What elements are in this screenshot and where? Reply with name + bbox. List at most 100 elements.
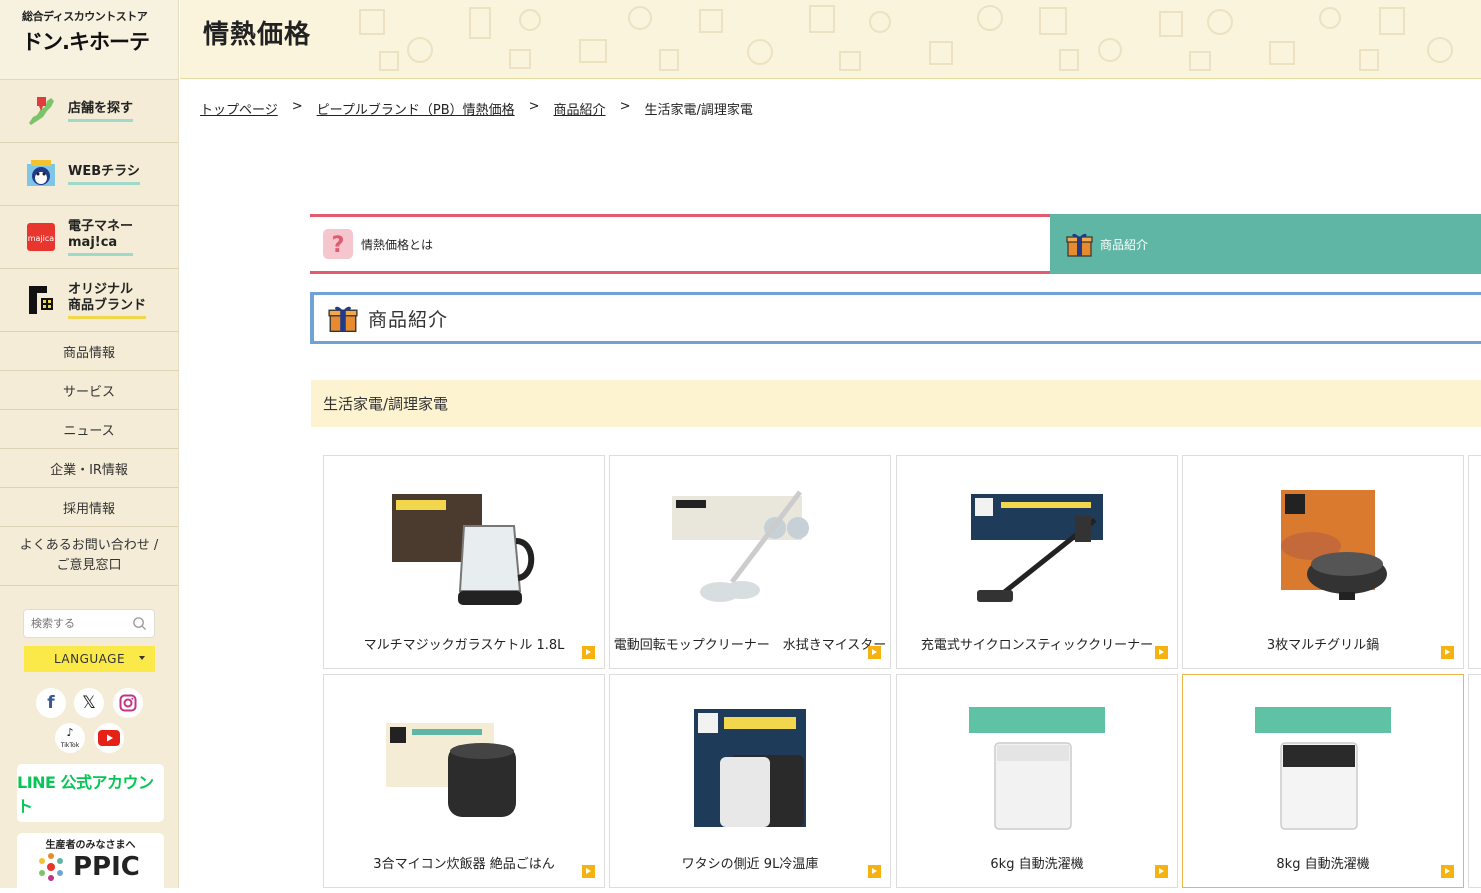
- language-select[interactable]: LANGUAGE: [24, 646, 155, 672]
- product-card[interactable]: 充電式サイクロンスティッククリーナー: [896, 455, 1178, 669]
- product-card-partial[interactable]: [1468, 674, 1481, 888]
- breadcrumb-products[interactable]: 商品紹介: [554, 99, 606, 118]
- line-official-banner[interactable]: LINE 公式アカウント: [17, 764, 164, 822]
- svg-text:majica: majica: [28, 234, 55, 243]
- page-header: 情熱価格: [180, 0, 1481, 79]
- menu-find-store[interactable]: 店舗を探す: [0, 80, 178, 143]
- arrow-right-icon: [868, 865, 881, 878]
- grill-pot-image: [1281, 490, 1387, 600]
- breadcrumb-current: 生活家電/調理家電: [644, 103, 753, 118]
- section-header: 商品紹介: [310, 292, 1481, 344]
- majica-card-icon: majica: [22, 218, 60, 256]
- menu-majica-label: 電子マネー maj!ca: [68, 218, 134, 256]
- product-card[interactable]: 3合マイコン炊飯器 絶品ごはん: [323, 674, 605, 888]
- breadcrumb-separator: >: [291, 99, 303, 114]
- product-card[interactable]: 6kg 自動洗濯機: [896, 674, 1178, 888]
- product-card[interactable]: ワタシの側近 9L冷温庫: [609, 674, 891, 888]
- menu-majica[interactable]: majica 電子マネー maj!ca: [0, 206, 178, 269]
- search-icon[interactable]: [132, 616, 147, 631]
- majica-label-line1: 電子マネー: [68, 218, 134, 234]
- youtube-icon[interactable]: [94, 723, 124, 753]
- product-name: ワタシの側近 9L冷温庫: [681, 857, 819, 872]
- product-name: 8kg 自動洗濯機: [1276, 857, 1370, 872]
- search-box: [23, 609, 155, 638]
- category-heading: 生活家電/調理家電: [311, 380, 1481, 427]
- menu-news[interactable]: ニュース: [0, 410, 178, 449]
- menu-contact[interactable]: よくあるお問い合わせ / ご意見窓口: [0, 527, 178, 586]
- product-card[interactable]: マルチマジックガラスケトル 1.8L: [323, 455, 605, 669]
- tab-about[interactable]: ? 情熱価格とは: [310, 214, 1050, 274]
- menu-original-brand-label: オリジナル 商品ブランド: [68, 281, 147, 319]
- caret-down-icon: [139, 656, 145, 660]
- mop-cleaner-image: [672, 490, 809, 602]
- breadcrumb-top[interactable]: トップページ: [200, 99, 278, 118]
- product-name: 3枚マルチグリル鍋: [1266, 638, 1380, 653]
- product-name: 電動回転モップクリーナー 水拭きマイスター: [613, 638, 887, 653]
- product-card[interactable]: 電動回転モップクリーナー 水拭きマイスター: [609, 455, 891, 669]
- ppic-logo-icon: [39, 853, 63, 881]
- menu-service[interactable]: サービス: [0, 371, 178, 410]
- menu-recruit[interactable]: 採用情報: [0, 488, 178, 527]
- language-label: LANGUAGE: [53, 652, 126, 666]
- search-input[interactable]: [31, 617, 127, 630]
- contact-line1: よくあるお問い合わせ /: [19, 538, 159, 553]
- kettle-image: [392, 494, 535, 605]
- contact-line2: ご意見窓口: [56, 558, 122, 573]
- tab-products-label: 商品紹介: [1100, 237, 1149, 252]
- product-name: マルチマジックガラスケトル 1.8L: [363, 638, 565, 653]
- tiktok-label: TikTok: [60, 742, 80, 749]
- facebook-icon[interactable]: f: [36, 688, 66, 718]
- logo-text: ドン.キホーテ: [22, 30, 150, 54]
- tab-about-label: 情熱価格とは: [361, 237, 434, 252]
- menu-web-flyer[interactable]: WEBチラシ: [0, 143, 178, 206]
- question-icon: ?: [323, 229, 353, 259]
- arrow-right-icon: [1441, 865, 1454, 878]
- product-name: 充電式サイクロンスティッククリーナー: [920, 638, 1154, 653]
- arrow-right-icon: [868, 646, 881, 659]
- majica-label-line2: maj!ca: [68, 234, 118, 250]
- breadcrumb: トップページ > ピープルブランド（PB）情熱価格 > 商品紹介 > 生活家電/…: [200, 99, 753, 118]
- brand-label-line1: オリジナル: [68, 281, 134, 297]
- breadcrumb-pb[interactable]: ピープルブランド（PB）情熱価格: [317, 99, 515, 118]
- japan-map-icon: [22, 92, 60, 130]
- section-title: 商品紹介: [368, 308, 449, 331]
- breadcrumb-separator: >: [619, 99, 631, 114]
- site-logo[interactable]: 総合ディスカウントストア ドン.キホーテ: [0, 0, 178, 80]
- product-name: 3合マイコン炊飯器 絶品ごはん: [373, 857, 555, 872]
- instagram-icon[interactable]: [113, 688, 143, 718]
- rice-cooker-image: [386, 723, 516, 817]
- washer-6kg-image: [969, 707, 1105, 830]
- mini-fridge-image: [694, 709, 806, 827]
- ppic-banner[interactable]: 生産者のみなさまへ PPIC: [17, 833, 164, 893]
- stick-cleaner-image: [971, 494, 1103, 602]
- menu-corporate-ir[interactable]: 企業・IR情報: [0, 449, 178, 488]
- gift-icon: [328, 306, 358, 332]
- header-pattern: [359, 5, 1453, 71]
- product-card[interactable]: 8kg 自動洗濯機: [1182, 674, 1464, 888]
- product-name: 6kg 自動洗濯機: [990, 857, 1084, 872]
- sidebar: 総合ディスカウントストア ドン.キホーテ 店舗を探す WEBチラシ majica…: [0, 0, 179, 893]
- x-twitter-icon[interactable]: 𝕏: [74, 688, 104, 718]
- logo-subtitle: 総合ディスカウントストア: [22, 10, 148, 23]
- arrow-right-icon: [1155, 865, 1168, 878]
- menu-original-brand[interactable]: オリジナル 商品ブランド: [0, 269, 178, 332]
- svg-text:?: ?: [332, 233, 345, 258]
- penguin-icon: [22, 155, 60, 193]
- product-card-partial[interactable]: [1468, 455, 1481, 669]
- tiktok-icon[interactable]: ♪ TikTok: [55, 723, 85, 753]
- tab-products[interactable]: 商品紹介: [1050, 214, 1481, 274]
- product-card[interactable]: 3枚マルチグリル鍋: [1182, 455, 1464, 669]
- arrow-right-icon: [582, 865, 595, 878]
- menu-find-store-label: 店舗を探す: [68, 101, 134, 122]
- breadcrumb-separator: >: [528, 99, 540, 114]
- menu-product-info[interactable]: 商品情報: [0, 332, 178, 371]
- arrow-right-icon: [1441, 646, 1454, 659]
- arrow-right-icon: [582, 646, 595, 659]
- gift-icon: [1066, 233, 1093, 257]
- menu-web-flyer-label: WEBチラシ: [68, 164, 140, 185]
- brand-label-line2: 商品ブランド: [68, 297, 147, 313]
- page-title: 情熱価格: [203, 20, 312, 50]
- ppic-caption: 生産者のみなさまへ: [45, 840, 136, 851]
- washer-8kg-image: [1255, 707, 1391, 830]
- brand-d-icon: [22, 281, 60, 319]
